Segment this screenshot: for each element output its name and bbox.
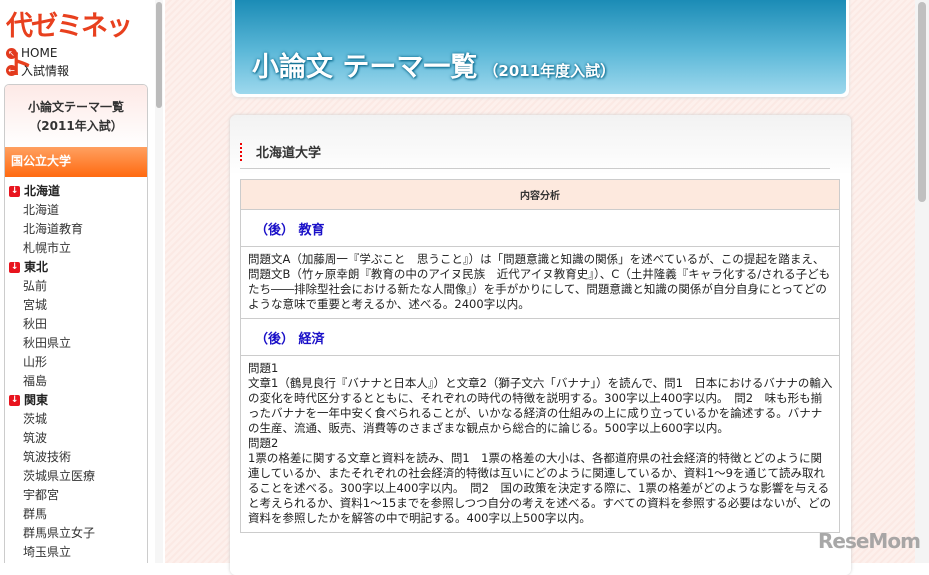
box-title-line1: 小論文テーマ一覧 [27,100,124,114]
main-content: 小論文 テーマ一覧 （2011年度入試） 北海道大学 内容分析 （後） 教育 問題… [165,0,915,575]
university-list: ↓ 北海道 北海道 北海道教育 札幌市立 ↓ 東北 弘前 宮城 秋田 秋田県立 山形 福島 ↓ 関東 茨城 筑波… [5,177,147,562]
sidebar-item[interactable]: 札幌市立 [5,239,147,258]
sidebar-item-label: 筑波 [23,431,48,445]
home-link-label: HOME [21,46,58,60]
sidebar-item-label: 筑波技術 [23,450,72,464]
sidebar-item-label: 茨城 [23,412,48,426]
sidebar-item-label: 関東 [24,393,49,407]
sidebar-item-label: 福島 [23,374,48,388]
department-heading: （後） 経済 [240,318,840,356]
sidebar-item-label: 北海道 [24,184,61,198]
sidebar-item-label: 群馬 [23,507,48,521]
sidebar-scrollbar[interactable] [155,0,163,563]
sidebar-item[interactable]: 北海道 [5,201,147,220]
sidebar-item-label: 秋田県立 [23,336,72,350]
exam-info-link-label: 入試情報 [21,64,70,78]
box-title-line2: （2011年入試） [29,119,123,133]
sidebar-item-label: 埼玉県立 [23,545,72,559]
page-title-text: 小論文 テーマ一覧 [252,52,478,83]
sidebar-item[interactable]: 福島 [5,372,147,391]
sidebar-nav-box: 小論文テーマ一覧 （2011年入試） 国公立大学 ↓ 北海道 北海道 北海道教育 札幌市立… [4,84,148,563]
university-heading: 北海道大学 [240,143,830,169]
watermark-logo: ReseMom [818,529,921,553]
sidebar-region[interactable]: ↓ 東北 [5,258,147,277]
sidebar-item[interactable]: 群馬県立女子 [5,524,147,543]
sidebar-item-label: 弘前 [23,279,48,293]
sidebar-item-label: 宇都宮 [23,488,60,502]
sidebar-item-label: 宮城 [23,298,48,312]
theme-text: 問題1 文章1（鶴見良行『バナナと日本人』）と文章2（獅子文六「バナナ」）を読ん… [240,355,840,533]
sidebar-item-label: 秋田 [23,317,48,331]
arrow-down-icon: ↓ [9,262,20,273]
sidebar-item-label: 山形 [23,355,48,369]
sidebar-item[interactable]: 筑波 [5,429,147,448]
sidebar-box-title: 小論文テーマ一覧 （2011年入試） [5,85,147,147]
sidebar-item[interactable]: 茨城県立医療 [5,467,147,486]
page-banner: 小論文 テーマ一覧 （2011年度入試） [232,0,849,97]
sidebar-scroll-thumb[interactable] [156,2,162,108]
department-heading: （後） 教育 [240,209,840,247]
content-panel: 北海道大学 内容分析 （後） 教育 問題文A（加藤周一『学ぶこと 思うこと』）は… [230,115,851,575]
sidebar-item[interactable]: 群馬 [5,505,147,524]
sidebar-item[interactable]: 北海道教育 [5,220,147,239]
exam-info-link[interactable]: ← 入試情報 [6,62,69,79]
sidebar-item[interactable]: 秋田 [5,315,147,334]
sidebar-item[interactable]: 宮城 [5,296,147,315]
table-header: 内容分析 [240,179,840,210]
sidebar-item[interactable]: 山形 [5,353,147,372]
sidebar-item-label: 北海道教育 [23,222,84,236]
arrow-down-icon: ↓ [9,186,20,197]
sidebar-region[interactable]: ↓ 関東 [5,391,147,410]
sidebar-item-label: 北海道 [23,203,60,217]
sidebar-item-label: 東北 [24,260,49,274]
sidebar-item[interactable]: 宇都宮 [5,486,147,505]
sidebar-item[interactable]: 秋田県立 [5,334,147,353]
arrow-left-icon: ← [6,65,17,76]
sidebar: 代ゼミネット ↖ HOME ← 入試情報 小論文テーマ一覧 （2011年入試） 国公立… [0,0,152,563]
sidebar-item-label: 群馬県立女子 [23,526,96,540]
sidebar-item[interactable]: 埼玉県立 [5,543,147,562]
sidebar-item-label: 茨城県立医療 [23,469,96,483]
sidebar-item[interactable]: 筑波技術 [5,448,147,467]
sidebar-item-label: 札幌市立 [23,241,72,255]
sidebar-item[interactable]: 茨城 [5,410,147,429]
category-header: 国公立大学 [5,147,147,177]
arrow-upleft-icon: ↖ [6,47,17,59]
page-scroll-thumb[interactable] [918,2,926,202]
page-title: 小論文 テーマ一覧 （2011年度入試） [252,45,615,84]
analysis-table: 内容分析 （後） 教育 問題文A（加藤周一『学ぶこと 思うこと』）は「問題意識と… [240,179,840,533]
home-link[interactable]: ↖ HOME [6,46,57,60]
sidebar-item[interactable]: 弘前 [5,277,147,296]
theme-text: 問題文A（加藤周一『学ぶこと 思うこと』）は「問題意識と知識の関係」を述べている… [240,246,840,319]
page-subtitle: （2011年度入試） [483,62,616,80]
arrow-down-icon: ↓ [9,395,20,406]
page-scrollbar[interactable] [915,0,929,563]
sidebar-region[interactable]: ↓ 北海道 [5,182,147,201]
